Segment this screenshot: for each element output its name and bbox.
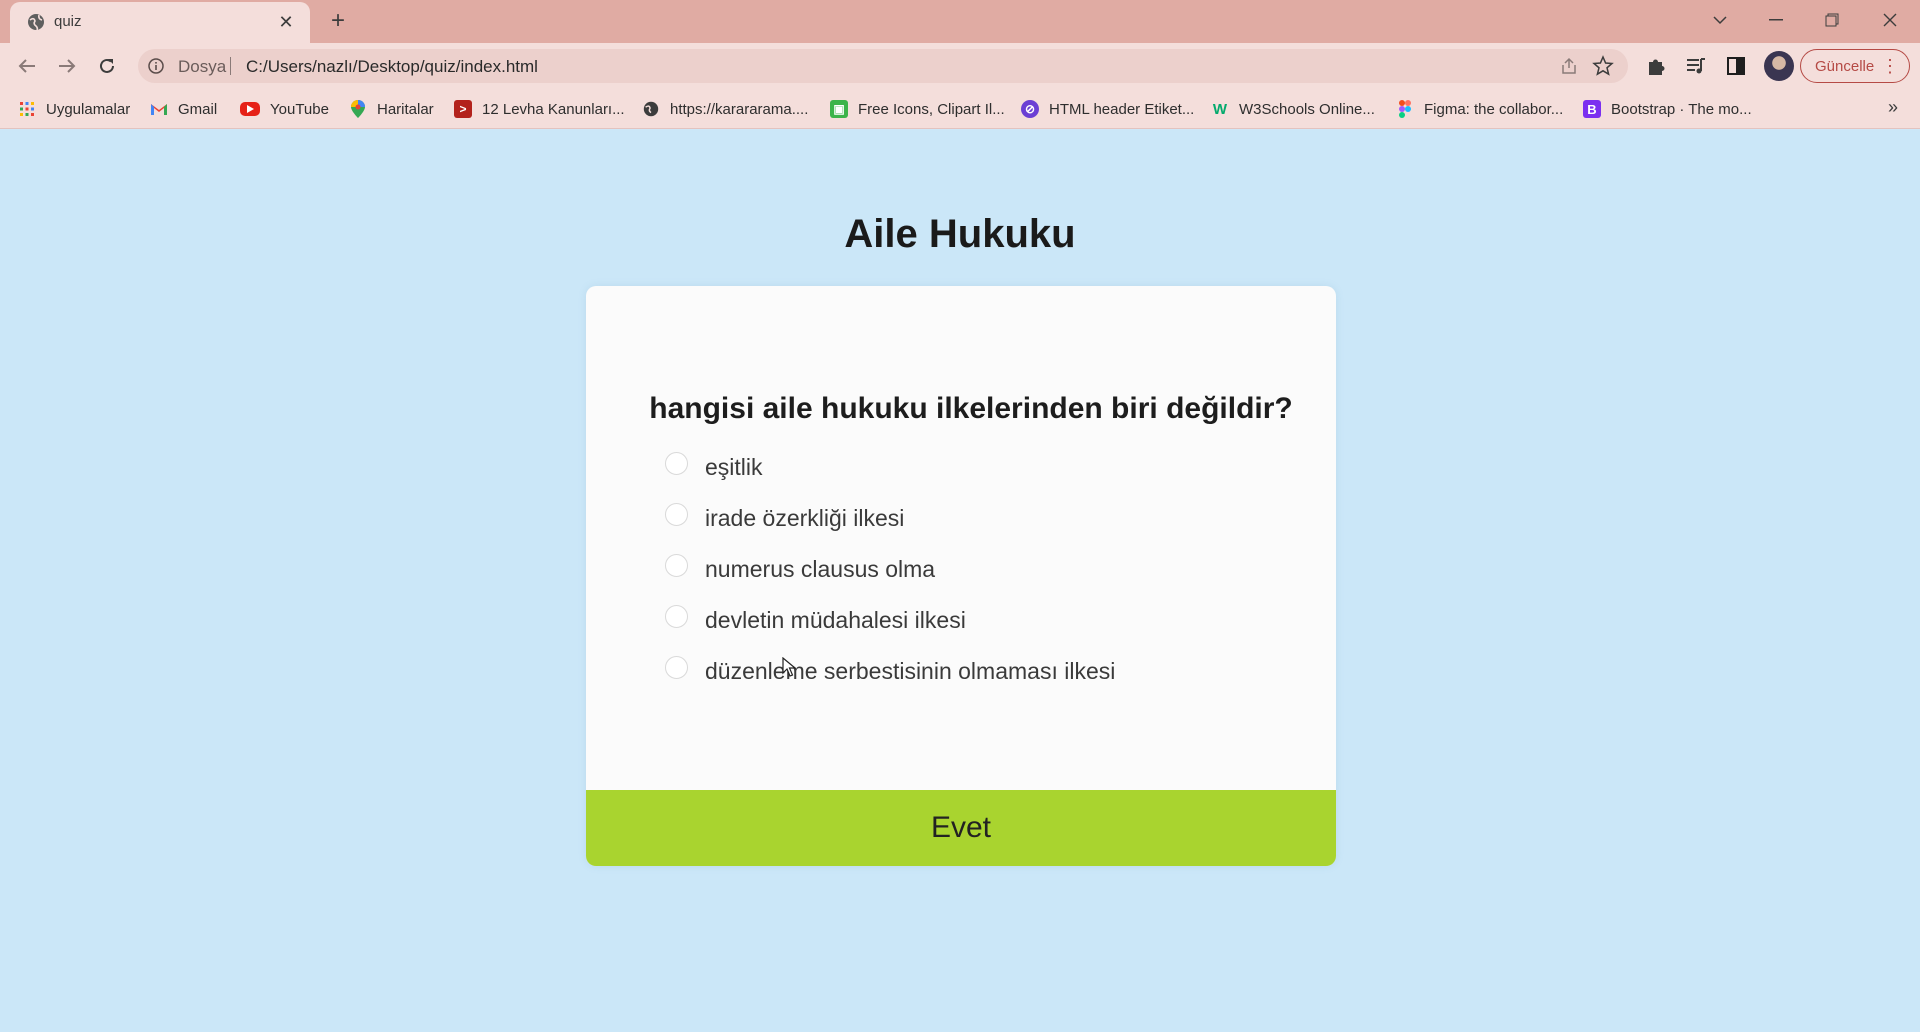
close-tab-icon[interactable]: ✕: [274, 10, 298, 34]
answer-option-2[interactable]: irade özerkliği ilkesi: [665, 503, 1115, 554]
answer-label[interactable]: irade özerkliği ilkesi: [705, 505, 904, 532]
address-bar[interactable]: Dosya C:/Users/nazlı/Desktop/quiz/index.…: [138, 49, 1628, 83]
submit-button[interactable]: Evet: [586, 790, 1336, 866]
bookmark-free-icons[interactable]: ▣ Free Icons, Clipart Il...: [830, 99, 1005, 119]
bookmarks-overflow-icon[interactable]: »: [1888, 97, 1898, 118]
w3schools-icon: W: [1212, 100, 1228, 118]
update-button-label: Güncelle: [1815, 58, 1875, 75]
bookmark-youtube[interactable]: YouTube: [240, 99, 329, 119]
bookmark-label: Bootstrap · The mo...: [1611, 100, 1752, 118]
answer-option-3[interactable]: numerus clausus olma: [665, 554, 1115, 605]
answer-option-4[interactable]: devletin müdahalesi ilkesi: [665, 605, 1115, 656]
youtube-icon: [240, 102, 260, 116]
quiz-title: Aile Hukuku: [844, 212, 1076, 256]
bookmarks-bar: Uygulamalar Gmail YouTube Haritalar > 12…: [0, 89, 1920, 129]
kebab-menu-icon[interactable]: ⋮: [1881, 55, 1899, 77]
maps-icon: [349, 100, 367, 118]
levha-icon: >: [454, 100, 472, 118]
gmail-icon: [150, 100, 168, 118]
bookmark-label: W3Schools Online...: [1239, 100, 1375, 118]
globe-icon: [642, 100, 660, 118]
answer-label[interactable]: devletin müdahalesi ilkesi: [705, 607, 966, 634]
bookmark-apps[interactable]: Uygulamalar: [18, 99, 130, 119]
bookmark-label: Free Icons, Clipart Il...: [858, 100, 1005, 118]
radio-button[interactable]: [665, 452, 688, 475]
tab-title: quiz: [54, 13, 82, 30]
question-text: hangisi aile hukuku ilkelerinden biri de…: [649, 392, 1293, 425]
bookmark-star-icon[interactable]: [1592, 55, 1614, 77]
page-content: Aile Hukuku hangisi aile hukuku ilkeleri…: [0, 130, 1920, 1032]
address-url[interactable]: C:/Users/nazlı/Desktop/quiz/index.html: [246, 57, 538, 77]
bookmark-label: Gmail: [178, 100, 218, 118]
extensions-puzzle-icon[interactable]: [1645, 55, 1667, 77]
bookmark-label: Figma: the collabor...: [1424, 100, 1564, 118]
forward-arrow-icon[interactable]: [53, 52, 81, 80]
answer-list: eşitlik irade özerkliği ilkesi numerus c…: [665, 452, 1115, 707]
answer-label[interactable]: numerus clausus olma: [705, 556, 935, 583]
bookmark-label: YouTube: [270, 100, 329, 118]
bookmark-maps[interactable]: Haritalar: [349, 99, 434, 119]
reload-icon[interactable]: [93, 52, 121, 80]
browser-tab[interactable]: quiz ✕: [10, 2, 310, 43]
answer-option-5[interactable]: düzenleme serbestisinin olmaması ilkesi: [665, 656, 1115, 707]
bookmark-label: https://karararama....: [670, 100, 809, 118]
new-tab-button[interactable]: +: [324, 7, 352, 35]
mouse-cursor-icon: [782, 657, 796, 677]
answer-option-1[interactable]: eşitlik: [665, 452, 1115, 503]
answer-label[interactable]: düzenleme serbestisinin olmaması ilkesi: [705, 658, 1115, 685]
tab-search-chevron-icon[interactable]: [1700, 4, 1740, 36]
radio-button[interactable]: [665, 656, 688, 679]
address-scheme: Dosya: [178, 57, 227, 76]
radio-button[interactable]: [665, 503, 688, 526]
bookmark-karararama[interactable]: https://karararama....: [642, 99, 808, 119]
tab-strip: quiz ✕ +: [0, 0, 1920, 43]
quiz-card: hangisi aile hukuku ilkelerinden biri de…: [586, 286, 1336, 866]
profile-avatar[interactable]: [1764, 51, 1794, 81]
bookmark-label: Haritalar: [377, 100, 434, 118]
media-queue-icon[interactable]: [1685, 55, 1707, 77]
bookmark-label: HTML header Etiket...: [1049, 100, 1195, 118]
bookmark-html-header[interactable]: ⊘ HTML header Etiket...: [1021, 99, 1194, 119]
apps-grid-icon: [18, 100, 36, 118]
html-site-icon: ⊘: [1021, 100, 1039, 118]
update-button[interactable]: Güncelle ⋮: [1800, 49, 1910, 83]
answer-label[interactable]: eşitlik: [705, 454, 763, 481]
restore-icon[interactable]: [1812, 4, 1852, 36]
address-separator: [230, 57, 231, 75]
minimize-icon[interactable]: [1756, 4, 1796, 36]
bookmark-figma[interactable]: Figma: the collabor...: [1396, 99, 1563, 119]
bookmark-label: 12 Levha Kanunları...: [482, 100, 625, 118]
close-window-icon[interactable]: [1870, 4, 1910, 36]
bookmark-label: Uygulamalar: [46, 100, 131, 118]
share-icon[interactable]: [1560, 57, 1578, 75]
globe-icon: [28, 14, 44, 31]
back-arrow-icon[interactable]: [13, 52, 41, 80]
bookmark-gmail[interactable]: Gmail: [150, 99, 217, 119]
bookmark-bootstrap[interactable]: B Bootstrap · The mo...: [1583, 99, 1752, 119]
figma-icon: [1396, 100, 1414, 118]
bookmark-w3schools[interactable]: W W3Schools Online...: [1211, 99, 1375, 119]
icons-site-icon: ▣: [830, 100, 848, 118]
bookmark-levha[interactable]: > 12 Levha Kanunları...: [454, 99, 625, 119]
radio-button[interactable]: [665, 605, 688, 628]
radio-button[interactable]: [665, 554, 688, 577]
site-info-icon[interactable]: [148, 58, 164, 74]
side-panel-icon[interactable]: [1725, 55, 1747, 77]
bootstrap-icon: B: [1583, 100, 1601, 118]
browser-toolbar: Dosya C:/Users/nazlı/Desktop/quiz/index.…: [0, 43, 1920, 89]
